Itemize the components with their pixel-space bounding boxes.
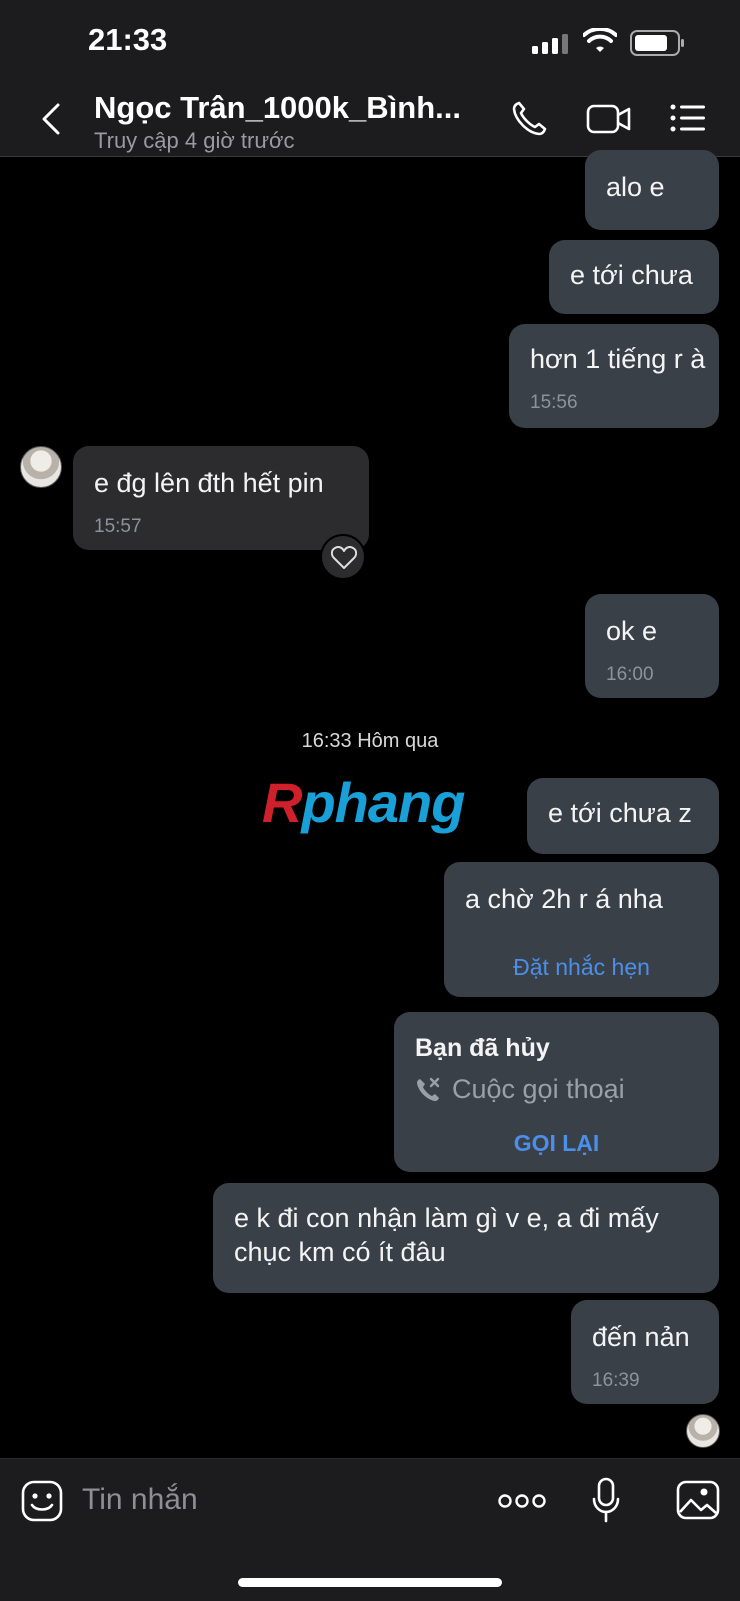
message-bubble-outgoing[interactable]: alo e xyxy=(585,150,719,230)
contact-name[interactable]: Ngọc Trân_1000k_Bình... xyxy=(94,90,461,126)
sticker-emoji-icon[interactable] xyxy=(20,1479,64,1523)
chat-header: Ngọc Trân_1000k_Bình... Truy cập 4 giờ t… xyxy=(0,88,740,157)
status-time: 21:33 xyxy=(88,22,168,57)
message-time: 16:00 xyxy=(606,664,654,685)
message-text: đến nản xyxy=(592,1322,690,1352)
message-bubble-outgoing[interactable]: a chờ 2h r á nha Đặt nhắc hẹn xyxy=(444,862,719,997)
message-time: 15:57 xyxy=(94,516,142,537)
home-indicator[interactable] xyxy=(238,1578,502,1587)
message-text: alo e xyxy=(606,172,665,202)
heart-icon xyxy=(331,546,357,569)
call-status-title: Bạn đã hủy xyxy=(415,1034,550,1062)
message-bubble-outgoing[interactable]: ok e 16:00 xyxy=(585,594,719,698)
message-text: a chờ 2h r á nha xyxy=(465,884,663,914)
message-bubble-outgoing[interactable]: đến nản 16:39 xyxy=(571,1300,719,1404)
back-arrow-icon[interactable] xyxy=(36,102,64,136)
contact-avatar[interactable] xyxy=(20,446,62,488)
menu-list-icon[interactable] xyxy=(670,104,706,134)
message-text: e tới chưa z xyxy=(548,798,692,828)
react-heart-button[interactable] xyxy=(320,534,366,580)
message-text: e tới chưa xyxy=(570,260,693,290)
message-bubble-outgoing[interactable]: hơn 1 tiếng r à 15:56 xyxy=(509,324,719,428)
call-cancelled-card: Bạn đã hủy Cuộc gọi thoại GỌI LẠI xyxy=(394,1012,719,1172)
seen-avatar xyxy=(686,1414,720,1448)
image-gallery-icon[interactable] xyxy=(676,1479,720,1521)
message-bubble-outgoing[interactable]: e k đi con nhận làm gì v e, a đi mấy chụ… xyxy=(213,1183,719,1293)
message-text-line: e k đi con nhận làm gì v e, a đi mấy xyxy=(234,1203,659,1233)
signal-icon xyxy=(532,34,568,54)
message-time: 16:39 xyxy=(592,1370,640,1391)
last-seen-status: Truy cập 4 giờ trước xyxy=(94,128,295,153)
status-bar: 21:33 xyxy=(0,0,740,88)
battery-icon xyxy=(630,30,684,56)
date-separator: 16:33 Hôm qua xyxy=(301,730,439,752)
call-back-button[interactable]: GỌI LẠI xyxy=(394,1130,719,1157)
video-call-icon[interactable] xyxy=(586,102,632,136)
message-input[interactable]: Tin nhắn xyxy=(82,1483,198,1517)
watermark-logo: Rphang xyxy=(262,770,465,835)
message-time: 15:56 xyxy=(530,392,578,413)
message-bubble-outgoing[interactable]: e tới chưa xyxy=(549,240,719,314)
message-bubble-outgoing[interactable]: e tới chưa z xyxy=(527,778,719,854)
message-text: hơn 1 tiếng r à xyxy=(530,344,706,374)
watermark-part2: phang xyxy=(301,771,465,834)
call-type: Cuộc gọi thoại xyxy=(452,1074,625,1104)
missed-call-icon xyxy=(417,1077,440,1101)
set-reminder-link[interactable]: Đặt nhắc hẹn xyxy=(444,954,719,981)
wifi-icon xyxy=(583,28,617,52)
watermark-part1: R xyxy=(262,771,302,834)
phone-call-icon[interactable] xyxy=(510,100,548,138)
microphone-icon[interactable] xyxy=(592,1477,620,1525)
more-options-icon[interactable] xyxy=(498,1493,546,1509)
message-text: ok e xyxy=(606,616,658,646)
message-text: e đg lên đth hết pin xyxy=(94,468,324,498)
message-bubble-incoming[interactable]: e đg lên đth hết pin 15:57 xyxy=(73,446,369,550)
message-text-line: chục km có ít đâu xyxy=(234,1237,446,1267)
